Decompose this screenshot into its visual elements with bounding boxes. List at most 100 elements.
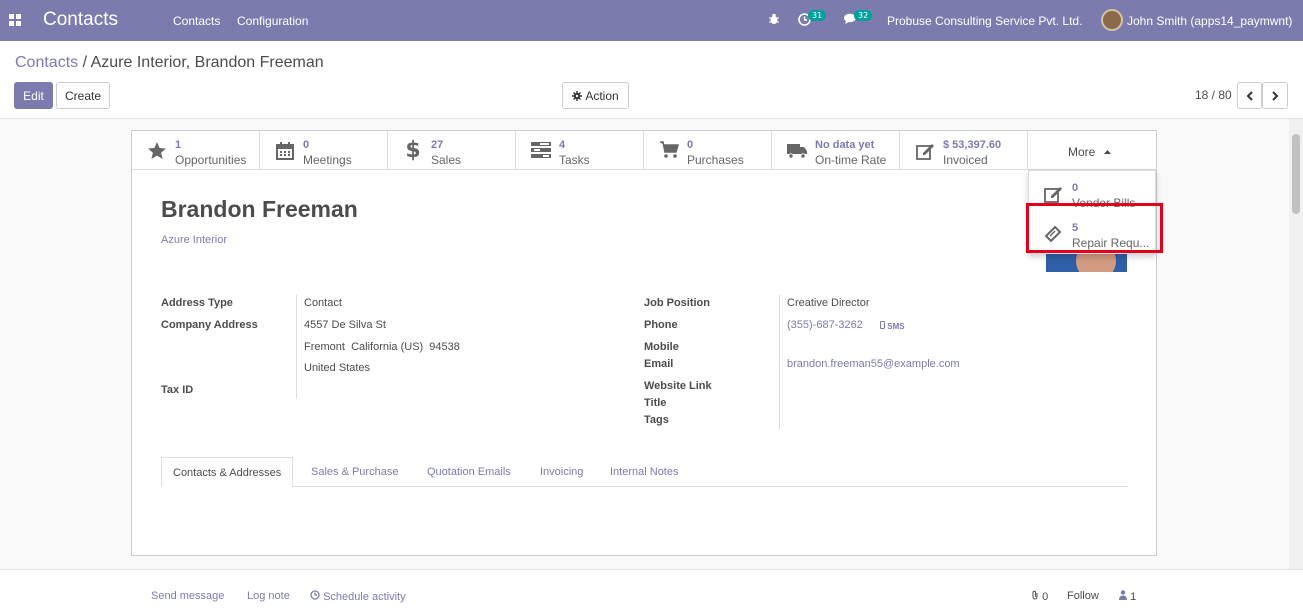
user-menu[interactable]: John Smith (apps14_paymwnt)	[1127, 14, 1292, 28]
job-position-value: Creative Director	[787, 297, 870, 309]
follow-button[interactable]: Follow	[1067, 590, 1099, 602]
meetings-stat-button[interactable]: 0 Meetings	[260, 131, 388, 170]
breadcrumb-separator: /	[82, 54, 88, 71]
stat-label: Sales	[431, 153, 462, 167]
phone-value-link[interactable]: (355)-687-3262	[787, 319, 863, 331]
stat-value: 4	[559, 139, 566, 151]
more-label: More	[1068, 145, 1096, 159]
invoiced-stat-button[interactable]: $ 53,397.60 Invoiced	[900, 131, 1028, 170]
edit-icon	[914, 141, 936, 161]
tax-id-label: Tax ID	[161, 384, 194, 396]
smart-buttons-bar: 1 Opportunities 0 Meetings $ 27 Sales 4 …	[132, 131, 1156, 170]
user-avatar[interactable]	[1101, 9, 1123, 31]
attachments-button[interactable]: 0	[1031, 590, 1048, 603]
mobile-label: Mobile	[644, 341, 679, 353]
company-address-label: Company Address	[161, 319, 258, 331]
partner-company-link[interactable]: Azure Interior	[161, 234, 227, 246]
street-value: 4557 De Silva St	[304, 319, 386, 331]
tab-invoicing[interactable]: Invoicing	[540, 457, 583, 487]
messages-chat-icon[interactable]: 32	[844, 10, 873, 28]
truck-icon	[786, 141, 808, 161]
followers-button[interactable]: 1	[1119, 590, 1136, 603]
stat-value: 0	[1072, 182, 1079, 194]
purchases-stat-button[interactable]: 0 Purchases	[644, 131, 772, 170]
dollar-icon: $	[405, 138, 421, 163]
chevron-right-icon	[1272, 90, 1279, 101]
title-label: Title	[644, 397, 667, 409]
clock-icon	[310, 590, 320, 600]
apps-menu-icon[interactable]	[9, 14, 21, 26]
city-line-value: Fremont California (US) 94538	[304, 341, 460, 353]
stat-value: $ 53,397.60	[943, 139, 1002, 151]
sales-stat-button[interactable]: $ 27 Sales	[388, 131, 516, 170]
action-button-label: Action	[585, 88, 619, 103]
stat-label: Tasks	[559, 153, 590, 167]
create-button[interactable]: Create	[56, 82, 110, 109]
vertical-scrollbar[interactable]	[1289, 119, 1303, 569]
action-button[interactable]: Action	[562, 82, 629, 109]
notebook-tabs: Contacts & Addresses Sales & Purchase Qu…	[161, 457, 1128, 487]
control-panel: Contacts / Azure Interior, Brandon Freem…	[0, 41, 1303, 119]
stat-value: 0	[687, 139, 694, 151]
tab-sales-purchase[interactable]: Sales & Purchase	[311, 457, 398, 487]
stat-value: 0	[303, 139, 310, 151]
address-type-label: Address Type	[161, 297, 233, 309]
menu-configuration[interactable]: Configuration	[237, 14, 308, 28]
highlight-box	[1026, 203, 1163, 253]
tasks-stat-button[interactable]: 4 Tasks	[516, 131, 644, 170]
tab-internal-notes[interactable]: Internal Notes	[610, 457, 678, 487]
website-link-label: Website Link	[644, 380, 712, 392]
calendar-icon	[274, 141, 296, 161]
address-type-value: Contact	[304, 297, 342, 309]
schedule-activity-label: Schedule activity	[323, 591, 406, 603]
country-value: United States	[304, 362, 371, 374]
attachments-count: 0	[1042, 591, 1049, 603]
phone-label: Phone	[644, 319, 678, 331]
paperclip-icon	[1032, 590, 1038, 600]
tab-contacts-addresses[interactable]: Contacts & Addresses	[161, 457, 294, 487]
stat-label: Meetings	[303, 153, 352, 167]
menu-contacts[interactable]: Contacts	[173, 14, 220, 28]
star-icon	[146, 141, 168, 161]
pager-next-button[interactable]	[1262, 82, 1288, 109]
stat-label: Purchases	[687, 153, 744, 167]
scrollbar-thumb[interactable]	[1292, 134, 1300, 214]
breadcrumb-parent-link[interactable]: Contacts	[15, 54, 78, 71]
more-stat-button[interactable]: More	[1028, 131, 1156, 170]
email-label: Email	[644, 358, 674, 370]
opportunities-stat-button[interactable]: 1 Opportunities	[132, 131, 260, 170]
pager-previous-button[interactable]	[1237, 82, 1262, 109]
company-switcher[interactable]: Probuse Consulting Service Pvt. Ltd.	[887, 14, 1082, 28]
sms-button[interactable]: SMS	[880, 321, 905, 331]
schedule-activity-button[interactable]: Schedule activity	[310, 590, 406, 603]
job-position-label: Job Position	[644, 297, 710, 309]
tags-label: Tags	[644, 414, 669, 426]
stat-label: Opportunities	[175, 153, 247, 167]
activities-clock-icon[interactable]: 31	[798, 10, 827, 29]
email-value-link[interactable]: brandon.freeman55@example.com	[787, 358, 960, 370]
gear-icon	[572, 90, 583, 101]
edit-button[interactable]: Edit	[14, 82, 53, 109]
stat-label: Invoiced	[943, 153, 988, 167]
send-message-button[interactable]: Send message	[151, 590, 224, 602]
on-time-rate-stat-button[interactable]: No data yet On-time Rate	[772, 131, 900, 170]
stat-label: On-time Rate	[815, 153, 887, 167]
pager-value[interactable]: 18 / 80	[1195, 88, 1232, 102]
tab-quotation-emails[interactable]: Quotation Emails	[427, 457, 511, 487]
top-navbar: Contacts Contacts Configuration 31 32 Pr…	[0, 0, 1303, 41]
activities-count-badge: 31	[808, 10, 827, 21]
followers-count: 1	[1130, 591, 1137, 603]
breadcrumb: Contacts / Azure Interior, Brandon Freem…	[15, 54, 324, 72]
app-title[interactable]: Contacts	[43, 9, 118, 31]
form-sheet: 1 Opportunities 0 Meetings $ 27 Sales 4 …	[131, 130, 1163, 556]
log-note-button[interactable]: Log note	[247, 590, 290, 602]
field-divider	[779, 295, 780, 429]
field-divider	[296, 295, 297, 399]
stat-value: 1	[175, 139, 182, 151]
debug-bug-icon[interactable]	[768, 13, 780, 28]
chatter-topbar: Send message Log note Schedule activity …	[0, 569, 1303, 611]
sms-label: SMS	[887, 322, 905, 331]
cart-icon	[658, 141, 680, 161]
stat-value: 27	[431, 139, 444, 151]
edit-icon	[1043, 184, 1065, 204]
